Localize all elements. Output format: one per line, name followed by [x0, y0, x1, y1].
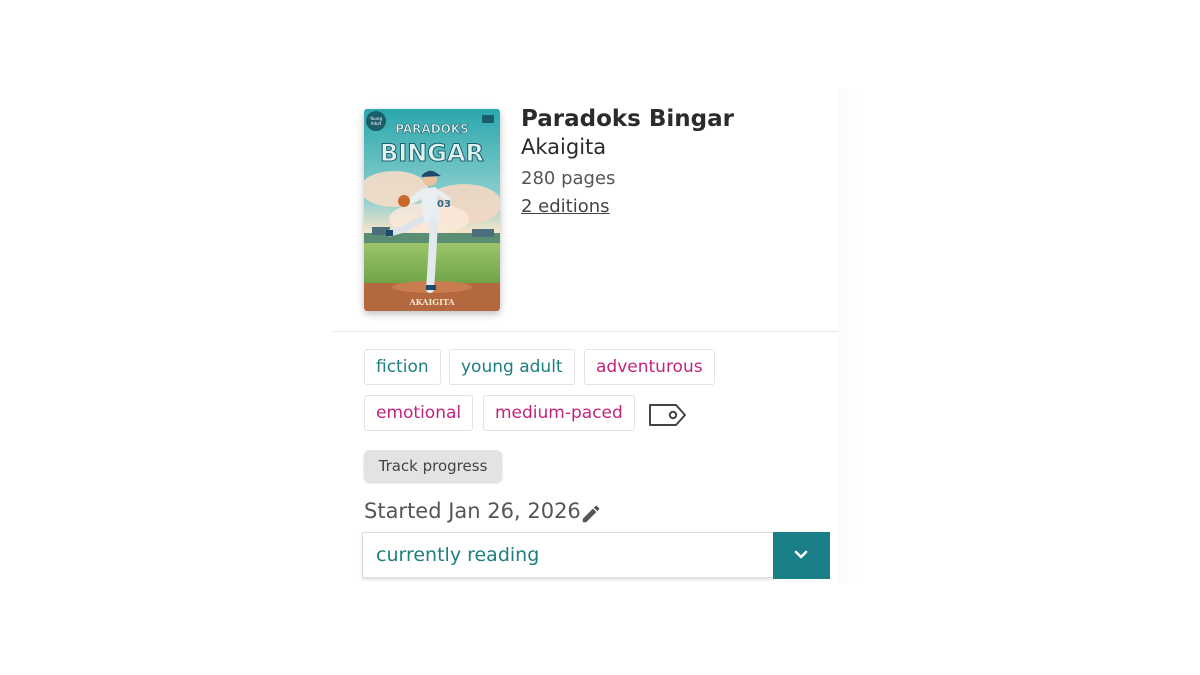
- status-dropdown-toggle[interactable]: [773, 532, 830, 579]
- editions-link[interactable]: 2 editions: [521, 196, 610, 217]
- book-title[interactable]: Paradoks Bingar: [521, 106, 734, 132]
- tag-medium-paced[interactable]: medium-paced: [483, 395, 635, 431]
- cover-author: AKAIGITA: [408, 297, 455, 307]
- started-date: Started Jan 26, 2026: [364, 499, 581, 523]
- divider: [333, 331, 838, 332]
- pencil-icon[interactable]: [580, 503, 602, 525]
- cover-title-line2: BINGAR: [380, 139, 484, 167]
- tag-outline-icon[interactable]: [648, 402, 688, 428]
- tag-adventurous[interactable]: adventurous: [584, 349, 715, 385]
- tag-young-adult[interactable]: young adult: [449, 349, 575, 385]
- book-cover[interactable]: PARADOKS BINGAR Young Adult 03 AKAIGITA: [364, 109, 500, 311]
- tag-fiction[interactable]: fiction: [364, 349, 441, 385]
- reading-status-select[interactable]: currently reading: [362, 532, 774, 578]
- track-progress-button[interactable]: Track progress: [364, 450, 502, 482]
- chevron-down-icon: [794, 550, 808, 559]
- page-count: 280 pages: [521, 168, 616, 189]
- cover-illustration: PARADOKS BINGAR Young Adult 03 AKAIGITA: [364, 109, 500, 311]
- cover-title-line1: PARADOKS: [395, 122, 469, 136]
- book-author[interactable]: Akaigita: [521, 135, 606, 159]
- tag-emotional[interactable]: emotional: [364, 395, 474, 431]
- card-shadow: [838, 88, 864, 583]
- svg-text:03: 03: [437, 199, 451, 210]
- svg-text:Adult: Adult: [371, 121, 382, 126]
